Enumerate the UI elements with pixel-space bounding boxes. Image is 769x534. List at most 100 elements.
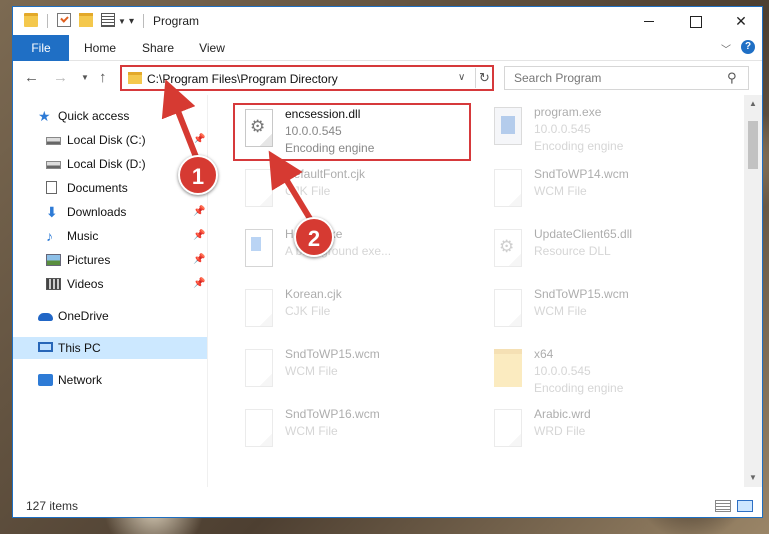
- star-icon: ★: [38, 108, 51, 124]
- pin-icon[interactable]: 📌: [193, 249, 205, 271]
- callout-step-1: 1: [178, 155, 218, 195]
- file-item[interactable]: Helper.exe A background exe...: [235, 225, 475, 281]
- file-name: encsession.dll: [285, 107, 361, 121]
- sidebar-item-music[interactable]: ♪ Music 📌: [13, 225, 207, 247]
- pin-icon[interactable]: 📌: [193, 273, 205, 295]
- maximize-button[interactable]: [672, 7, 718, 35]
- search-placeholder: Search Program: [514, 71, 602, 85]
- file-item[interactable]: Korean.cjk CJK File: [235, 285, 475, 341]
- title-bar: ▼ ▾ Program ✕: [13, 7, 762, 35]
- file-name: SndToWP16.wcm: [285, 407, 380, 421]
- close-button[interactable]: ✕: [718, 7, 762, 35]
- exe-icon: [494, 107, 522, 145]
- file-type: WCM File: [534, 304, 587, 318]
- sidebar-item-label: Videos: [67, 277, 104, 291]
- sidebar-item-label: Music: [67, 229, 99, 243]
- sidebar-item-videos[interactable]: Videos 📌: [13, 273, 207, 295]
- scroll-up-icon[interactable]: ▲: [749, 99, 757, 108]
- help-icon[interactable]: ?: [741, 40, 755, 54]
- documents-icon: [46, 181, 57, 194]
- chevron-down-icon[interactable]: ∨: [458, 72, 465, 83]
- file-type: Resource DLL: [534, 244, 611, 258]
- pin-icon[interactable]: 📌: [193, 129, 205, 151]
- forward-arrow-icon[interactable]: →: [53, 69, 68, 86]
- file-name: x64: [534, 347, 554, 361]
- back-arrow-icon[interactable]: ←: [24, 69, 39, 86]
- file-item[interactable]: SndToWP14.wcm WCM File: [484, 165, 724, 221]
- file-version: 10.0.0.545: [534, 122, 591, 136]
- up-arrow-icon[interactable]: ↑: [99, 69, 107, 86]
- expand-ribbon-icon[interactable]: ﹀: [721, 41, 731, 56]
- search-input[interactable]: Search Program ⚲: [504, 66, 749, 90]
- file-type: WRD File: [534, 424, 586, 438]
- file-item[interactable]: DefaultFont.cjk CJK File: [235, 165, 475, 221]
- refresh-icon[interactable]: ↻: [475, 68, 493, 88]
- sidebar-item-label: Pictures: [67, 253, 111, 267]
- address-bar[interactable]: C:\Program Files\Program Directory ∨ ↻: [120, 65, 494, 91]
- tab-share[interactable]: Share: [133, 35, 183, 61]
- file-item[interactable]: program.exe 10.0.0.545 Encoding engine: [484, 103, 724, 159]
- blue-file-icon: [245, 229, 273, 267]
- recent-locations-icon[interactable]: ▼: [81, 73, 89, 82]
- folder-icon: [494, 349, 522, 387]
- chevron-down-icon[interactable]: ▼: [118, 17, 126, 26]
- tab-home[interactable]: Home: [75, 35, 125, 61]
- pin-icon[interactable]: 📌: [193, 225, 205, 247]
- vertical-scrollbar[interactable]: ▲ ▼: [744, 95, 762, 487]
- network-icon: [38, 374, 53, 386]
- file-item[interactable]: SndToWP15.wcm WCM File: [235, 345, 475, 401]
- sidebar-item-pictures[interactable]: Pictures 📌: [13, 249, 207, 271]
- sidebar-item-downloads[interactable]: ⬇ Downloads 📌: [13, 201, 207, 223]
- scroll-down-icon[interactable]: ▼: [749, 473, 757, 482]
- file-name: UpdateClient65.dll: [534, 227, 633, 241]
- file-item[interactable]: Arabic.wrd WRD File: [484, 405, 724, 461]
- sidebar-item-local-disk-c[interactable]: Local Disk (C:) 📌: [13, 129, 207, 151]
- sidebar-item-network[interactable]: Network: [13, 369, 207, 391]
- file-version: 10.0.0.545: [534, 364, 591, 378]
- file-description: Encoding engine: [534, 139, 624, 153]
- sidebar-item-onedrive[interactable]: OneDrive: [13, 305, 207, 327]
- blank-file-icon: [494, 409, 522, 447]
- file-type: WCM File: [285, 424, 338, 438]
- tiles-view-icon[interactable]: [737, 500, 753, 512]
- new-folder-icon[interactable]: [79, 13, 93, 27]
- tab-view[interactable]: View: [189, 35, 235, 61]
- sidebar-item-label: Local Disk (C:): [67, 133, 146, 147]
- videos-icon: [46, 278, 61, 290]
- file-item-encsession-dll[interactable]: encsession.dll 10.0.0.545 Encoding engin…: [233, 103, 471, 161]
- pin-icon[interactable]: 📌: [193, 201, 205, 223]
- quick-access-toolbar-menu[interactable]: ▾: [129, 16, 134, 27]
- search-icon[interactable]: ⚲: [727, 70, 737, 86]
- sidebar-item-this-pc[interactable]: This PC: [13, 337, 207, 359]
- details-view-icon[interactable]: [715, 500, 731, 512]
- pc-icon: [38, 342, 53, 352]
- scrollbar-thumb[interactable]: [748, 121, 758, 169]
- minimize-button[interactable]: [626, 7, 672, 35]
- disk-icon: [46, 137, 61, 145]
- blank-file-icon: [494, 289, 522, 327]
- file-name: SndToWP15.wcm: [534, 287, 629, 301]
- blank-file-icon: [245, 169, 273, 207]
- file-type: WCM File: [534, 184, 587, 198]
- file-name: DefaultFont.cjk: [285, 167, 366, 181]
- view-layout-icon[interactable]: [101, 13, 115, 27]
- tab-file[interactable]: File: [13, 35, 69, 61]
- folder-icon: [128, 72, 142, 84]
- sidebar-item-quick-access[interactable]: ★ Quick access: [13, 105, 207, 127]
- sidebar-item-label: Local Disk (D:): [67, 157, 146, 171]
- properties-icon[interactable]: [57, 13, 71, 27]
- file-type: WCM File: [285, 364, 338, 378]
- file-item[interactable]: UpdateClient65.dll Resource DLL: [484, 225, 724, 281]
- file-item[interactable]: SndToWP15.wcm WCM File: [484, 285, 724, 341]
- address-path[interactable]: C:\Program Files\Program Directory: [147, 72, 338, 86]
- file-list: encsession.dll 10.0.0.545 Encoding engin…: [208, 95, 744, 487]
- divider: [143, 14, 144, 28]
- file-explorer-window: ▼ ▾ Program ✕ File Home Share View ﹀ ? ←…: [12, 6, 763, 518]
- file-version: 10.0.0.545: [285, 124, 342, 138]
- file-item[interactable]: x64 10.0.0.545 Encoding engine: [484, 345, 724, 401]
- file-name: program.exe: [534, 105, 602, 119]
- navigation-bar: ← → ▼ ↑ C:\Program Files\Program Directo…: [13, 62, 762, 94]
- file-name: Korean.cjk: [285, 287, 342, 301]
- file-item[interactable]: SndToWP16.wcm WCM File: [235, 405, 475, 461]
- file-name: SndToWP15.wcm: [285, 347, 380, 361]
